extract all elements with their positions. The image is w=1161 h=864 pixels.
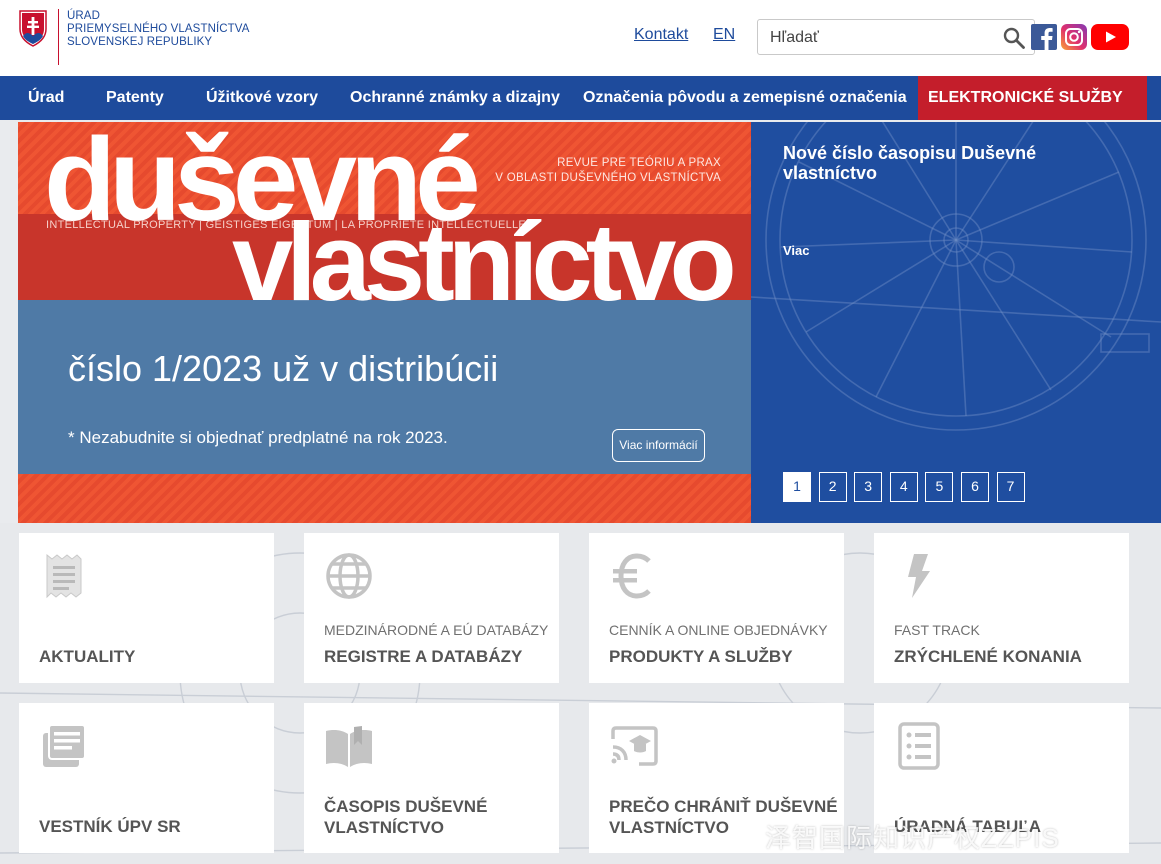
slide-title[interactable]: Nové číslo časopisu Duševné vlastníctvo [783, 143, 1083, 183]
main-navigation: Úrad Patenty Úžitkové vzory Ochranné zná… [0, 76, 1161, 120]
slider-page-4[interactable]: 4 [889, 472, 918, 502]
lightning-icon [908, 554, 930, 598]
logo-divider [58, 9, 59, 65]
logo-text: ÚRAD PRIEMYSELNÉHO VLASTNÍCTVA SLOVENSKE… [67, 9, 250, 49]
nav-item-elektronicke-sluzby[interactable]: ELEKTRONICKÉ SLUŽBY [918, 76, 1147, 120]
site-header: ÚRAD PRIEMYSELNÉHO VLASTNÍCTVA SLOVENSKE… [0, 0, 1161, 76]
cast-education-icon [611, 726, 658, 766]
banner-revue-line2: V OBLASTI DUŠEVNÉHO VLASTNÍCTVA [495, 172, 721, 184]
tile-title-line2: VLASTNÍCTVO [609, 818, 729, 837]
tile-title: REGISTRE A DATABÁZY [324, 647, 523, 666]
logo-line-3: SLOVENSKEJ REPUBLIKY [67, 36, 213, 48]
tile-title-line1: PREČO CHRÁNIŤ DUŠEVNÉ [609, 797, 838, 816]
tile-title: VESTNÍK ÚPV SR [39, 817, 181, 836]
slide-more-link[interactable]: Viac [783, 243, 810, 258]
tile-zrychlene-konania[interactable]: FAST TRACK ZRÝCHLENÉ KONANIA [874, 533, 1129, 683]
hero-slider: duševné REVUE PRE TEÓRIU A PRAX V OBLAST… [18, 122, 1161, 523]
search-icon[interactable] [1002, 26, 1026, 50]
nav-item-oznacenia-povodu[interactable]: Označenia pôvodu a zemepisné označenia [583, 76, 907, 120]
book-icon [326, 726, 372, 767]
tile-subtitle: CENNÍK A ONLINE OBJEDNÁVKY [609, 622, 828, 638]
slider-page-3[interactable]: 3 [854, 472, 883, 502]
logo-line-1: ÚRAD [67, 10, 100, 22]
nav-item-urad[interactable]: Úrad [28, 76, 64, 120]
watermark-text: 泽智国际知识产权ZZPIS [765, 823, 1060, 853]
banner-issue-text: číslo 1/2023 už v distribúcii [68, 348, 499, 389]
slider-page-7[interactable]: 7 [996, 472, 1025, 502]
tile-title-line2: VLASTNÍCTVO [324, 818, 444, 837]
tile-subtitle: FAST TRACK [894, 622, 980, 638]
list-document-icon [898, 722, 940, 770]
banner-revue-line1: REVUE PRE TEÓRIU A PRAX [557, 157, 721, 169]
banner-revue: REVUE PRE TEÓRIU A PRAX V OBLASTI DUŠEVN… [495, 156, 721, 186]
newspaper-icon [43, 724, 86, 767]
tile-aktuality[interactable]: AKTUALITY [19, 533, 274, 683]
tile-title: ZRÝCHLENÉ KONANIA [894, 647, 1082, 666]
search-input[interactable] [770, 27, 980, 49]
instagram-icon[interactable] [1061, 24, 1087, 50]
banner-orange-footer [18, 474, 751, 523]
slide-caption-panel: Nové číslo časopisu Duševné vlastníctvo … [751, 122, 1161, 523]
globe-icon [326, 553, 372, 599]
facebook-icon[interactable] [1031, 24, 1057, 50]
youtube-icon[interactable] [1091, 24, 1129, 50]
slider-pagination: 1 2 3 4 5 6 7 [783, 472, 1032, 502]
language-en-link[interactable]: EN [713, 26, 735, 44]
tile-title-line1: ČASOPIS DUŠEVNÉ [324, 797, 488, 816]
office-logo[interactable]: ÚRAD PRIEMYSELNÉHO VLASTNÍCTVA SLOVENSKE… [18, 9, 250, 65]
slider-page-6[interactable]: 6 [960, 472, 989, 502]
nav-item-patenty[interactable]: Patenty [106, 76, 164, 120]
tile-vestnik-upv-sr[interactable]: VESTNÍK ÚPV SR [19, 703, 274, 853]
banner-more-info-button[interactable]: Viac informácií [612, 429, 705, 462]
tile-registre-a-databazy[interactable]: MEDZINÁRODNÉ A EÚ DATABÁZY REGISTRE A DA… [304, 533, 559, 683]
slider-page-5[interactable]: 5 [925, 472, 954, 502]
tile-title: AKTUALITY [39, 647, 136, 666]
slide-image[interactable]: duševné REVUE PRE TEÓRIU A PRAX V OBLAST… [18, 122, 751, 523]
tile-produkty-a-sluzby[interactable]: CENNÍK A ONLINE OBJEDNÁVKY PRODUKTY A SL… [589, 533, 844, 683]
nav-item-ochranne-znamky[interactable]: Ochranné známky a dizajny [350, 76, 560, 120]
tile-subtitle: MEDZINÁRODNÉ A EÚ DATABÁZY [324, 622, 549, 638]
logo-line-2: PRIEMYSELNÉHO VLASTNÍCTVA [67, 23, 250, 35]
tile-casopis-dusevne-vlastnictvo[interactable]: ČASOPIS DUŠEVNÉ VLASTNÍCTVO [304, 703, 559, 853]
banner-note-text: * Nezabudnite si objednať predplatné na … [68, 428, 448, 447]
euro-icon [613, 553, 651, 599]
slider-page-1[interactable]: 1 [783, 472, 811, 502]
search-box [757, 19, 1035, 55]
nav-item-uzitkove-vzory[interactable]: Úžitkové vzory [206, 76, 318, 120]
contact-link[interactable]: Kontakt [634, 26, 688, 44]
slider-page-2[interactable]: 2 [818, 472, 847, 502]
banner-title-line2: vlastníctvo [232, 201, 737, 324]
tile-title: PRODUKTY A SLUŽBY [609, 647, 793, 666]
receipt-icon [46, 553, 82, 599]
coat-of-arms-icon [19, 10, 47, 47]
